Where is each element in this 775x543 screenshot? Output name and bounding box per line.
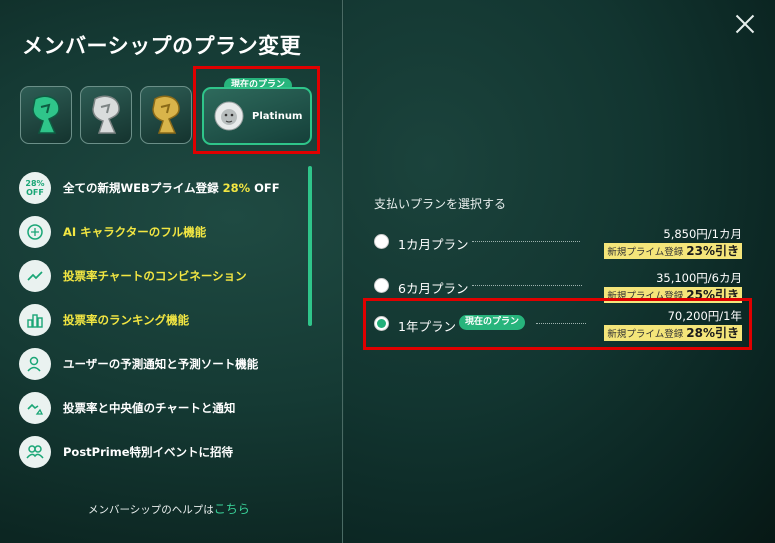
current-plan-badge: 現在のプラン [459,315,526,330]
feature-item: 28% OFF 全ての新規WEBプライム登録 28% OFF [19,166,309,210]
plan-option-price: 35,100円/6カ月 [656,271,742,285]
discount-icon: 28% OFF [19,172,51,204]
current-plan-highlight: 現在のプラン Platinum [193,66,320,154]
feature-item: 投票率と中央値のチャートと通知 [19,386,309,430]
help-line: メンバーシップのヘルプはこちら [88,502,250,516]
feature-text: PostPrime特別イベントに招待 [63,445,233,459]
feature-text: 全ての新規WEBプライム登録 28% OFF [63,181,280,195]
modal-title: メンバーシップのプラン変更 [22,34,302,58]
feature-text: 投票率と中央値のチャートと通知 [63,401,236,415]
plan-tiles [20,86,192,144]
plan-tile-green[interactable] [20,86,72,144]
plan-tile-silver[interactable] [80,86,132,144]
users-icon [19,436,51,468]
plan-option-1-month[interactable]: 1カ月プラン 5,850円/1カ月 新規プライム登録 23%引き [374,226,744,266]
feature-text: 投票率のランキング機能 [63,313,190,327]
chart-bell-icon [19,392,51,424]
radio-button-selected[interactable] [374,316,389,331]
silver-lion-icon [92,95,120,134]
dotted-leader [536,323,586,324]
feature-item: 投票率のランキング機能 [19,298,309,342]
user-search-icon [19,348,51,380]
membership-modal: メンバーシップのプラン変更 現在のプラン Platinum 28% OFF 全て… [0,0,775,543]
feature-text: 投票率チャートのコンビネーション [63,269,247,283]
close-icon[interactable] [735,14,755,34]
plan-option-name: 6カ月プラン [398,281,469,296]
plan-option-name: 1年プラン [398,319,456,334]
left-panel: メンバーシップのプラン変更 現在のプラン Platinum 28% OFF 全て… [0,0,343,543]
platinum-lion-icon [214,101,244,131]
payment-plan-label: 支払いプランを選択する [374,197,507,211]
feature-scrollbar[interactable] [308,166,312,326]
feature-text: ユーザーの予測通知と予測ソート機能 [63,357,259,371]
plan-option-name: 1カ月プラン [398,237,469,252]
plan-option-1-year[interactable]: 1年プラン 現在のプラン 70,200円/1年 新規プライム登録 28%引き [374,308,744,348]
plan-option-price: 70,200円/1年 [667,309,742,323]
gold-lion-icon [152,95,180,134]
discount-label: 新規プライム登録 28%引き [604,325,742,341]
feature-list: 28% OFF 全ての新規WEBプライム登録 28% OFF AI キャラクターの… [19,166,309,474]
discount-label: 新規プライム登録 23%引き [604,243,742,259]
feature-item: ユーザーの予測通知と予測ソート機能 [19,342,309,386]
radio-button[interactable] [374,234,389,249]
plan-tile-gold[interactable] [140,86,192,144]
chart-combination-icon [19,260,51,292]
plan-tile-platinum[interactable]: Platinum [202,87,312,145]
feature-item: PostPrime特別イベントに招待 [19,430,309,474]
current-plan-name: Platinum [252,110,303,122]
feature-text: AI キャラクターのフル機能 [63,225,207,239]
dotted-leader [472,285,582,286]
radio-button[interactable] [374,278,389,293]
feature-item: 投票率チャートのコンビネーション [19,254,309,298]
dotted-leader [472,241,580,242]
ai-brain-icon [19,216,51,248]
ranking-icon [19,304,51,336]
green-lion-icon [32,95,60,134]
plan-option-price: 5,850円/1カ月 [663,227,742,241]
help-link[interactable]: こちら [214,502,250,516]
feature-item: AI キャラクターのフル機能 [19,210,309,254]
